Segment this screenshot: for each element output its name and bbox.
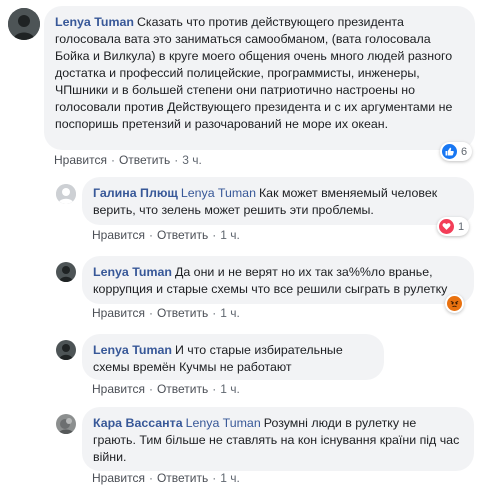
comment-reply: Галина Плющ Lenya Tuman Как может вменяемы… — [0, 170, 496, 250]
comment-time[interactable]: 1 ч. — [220, 228, 240, 242]
separator: · — [148, 382, 153, 396]
separator: · — [148, 228, 153, 242]
separator: · — [174, 153, 179, 167]
user-photo-icon — [8, 8, 40, 40]
reaction-summary[interactable]: 6 — [440, 142, 473, 161]
reaction-summary[interactable]: 1 — [437, 217, 470, 236]
comment-bubble: Галина Плющ Lenya Tuman Как может вменяемы… — [82, 177, 474, 225]
like-button[interactable]: Нравится — [92, 228, 145, 242]
comment-time[interactable]: 1 ч. — [220, 306, 240, 320]
mention-link[interactable]: Lenya Tuman — [181, 186, 256, 200]
comment-text: Сказать что против действующего президен… — [55, 15, 453, 131]
comment-bubble: Кара Вассанта Lenya Tuman Розумні люди в р… — [82, 407, 474, 471]
comment-bubble: Lenya Tuman Сказать что против действующе… — [44, 6, 475, 150]
comment-author[interactable]: Lenya Tuman — [93, 343, 172, 357]
comment-time[interactable]: 1 ч. — [220, 382, 240, 396]
separator: · — [148, 306, 153, 320]
comment-bubble: Lenya Tuman Да они и не верят но их так з… — [82, 256, 474, 304]
comment-time[interactable]: 3 ч. — [182, 153, 202, 167]
separator: · — [148, 471, 153, 485]
comment-time[interactable]: 1 ч. — [220, 471, 240, 485]
comment-actions: Нравится · Ответить · 1 ч. — [92, 228, 240, 242]
separator: · — [110, 153, 115, 167]
user-photo-icon — [56, 340, 76, 360]
love-icon — [439, 219, 454, 234]
separator: · — [212, 306, 217, 320]
avatar[interactable] — [56, 262, 76, 282]
avatar[interactable] — [56, 184, 76, 204]
avatar[interactable] — [8, 8, 40, 40]
comment-reply: Кара Вассанта Lenya Tuman Розумні люди в р… — [0, 400, 496, 486]
like-button[interactable]: Нравится — [54, 153, 107, 167]
like-button[interactable]: Нравится — [92, 382, 145, 396]
like-button[interactable]: Нравится — [92, 471, 145, 485]
angry-icon — [447, 296, 462, 311]
comment-actions: Нравится · Ответить · 1 ч. — [92, 306, 240, 320]
comment-actions: Нравится · Ответить · 3 ч. — [54, 153, 202, 167]
reply-button[interactable]: Ответить — [157, 306, 208, 320]
reply-button[interactable]: Ответить — [157, 228, 208, 242]
reply-button[interactable]: Ответить — [157, 471, 208, 485]
comment-actions: Нравится · Ответить · 1 ч. — [92, 382, 240, 396]
reaction-summary[interactable] — [445, 294, 464, 313]
comment-author[interactable]: Галина Плющ — [93, 186, 178, 200]
comment-thread: Lenya Tuman Сказать что против действующе… — [0, 0, 496, 486]
comment: Lenya Tuman Сказать что против действующе… — [0, 0, 496, 170]
reply-button[interactable]: Ответить — [157, 382, 208, 396]
default-avatar-icon — [56, 184, 76, 204]
separator: · — [212, 471, 217, 485]
reply-button[interactable]: Ответить — [119, 153, 170, 167]
like-icon — [442, 144, 457, 159]
mention-link[interactable]: Lenya Tuman — [186, 416, 261, 430]
comment-reply: Lenya Tuman И что старые избирательные сх… — [0, 330, 496, 400]
like-button[interactable]: Нравится — [92, 306, 145, 320]
separator: · — [212, 382, 217, 396]
avatar[interactable] — [56, 340, 76, 360]
comment-actions: Нравится · Ответить · 1 ч. — [92, 471, 240, 485]
user-photo-icon — [56, 262, 76, 282]
comment-bubble: Lenya Tuman И что старые избирательные сх… — [82, 334, 384, 380]
avatar[interactable] — [56, 414, 76, 434]
comment-author[interactable]: Кара Вассанта — [93, 416, 183, 430]
separator: · — [212, 228, 217, 242]
comment-author[interactable]: Lenya Tuman — [55, 15, 134, 29]
comment-reply: Lenya Tuman Да они и не верят но их так з… — [0, 250, 496, 330]
reaction-count: 6 — [461, 145, 468, 158]
user-photo-icon — [56, 414, 76, 434]
comment-author[interactable]: Lenya Tuman — [93, 265, 172, 279]
reaction-count: 1 — [458, 220, 465, 233]
